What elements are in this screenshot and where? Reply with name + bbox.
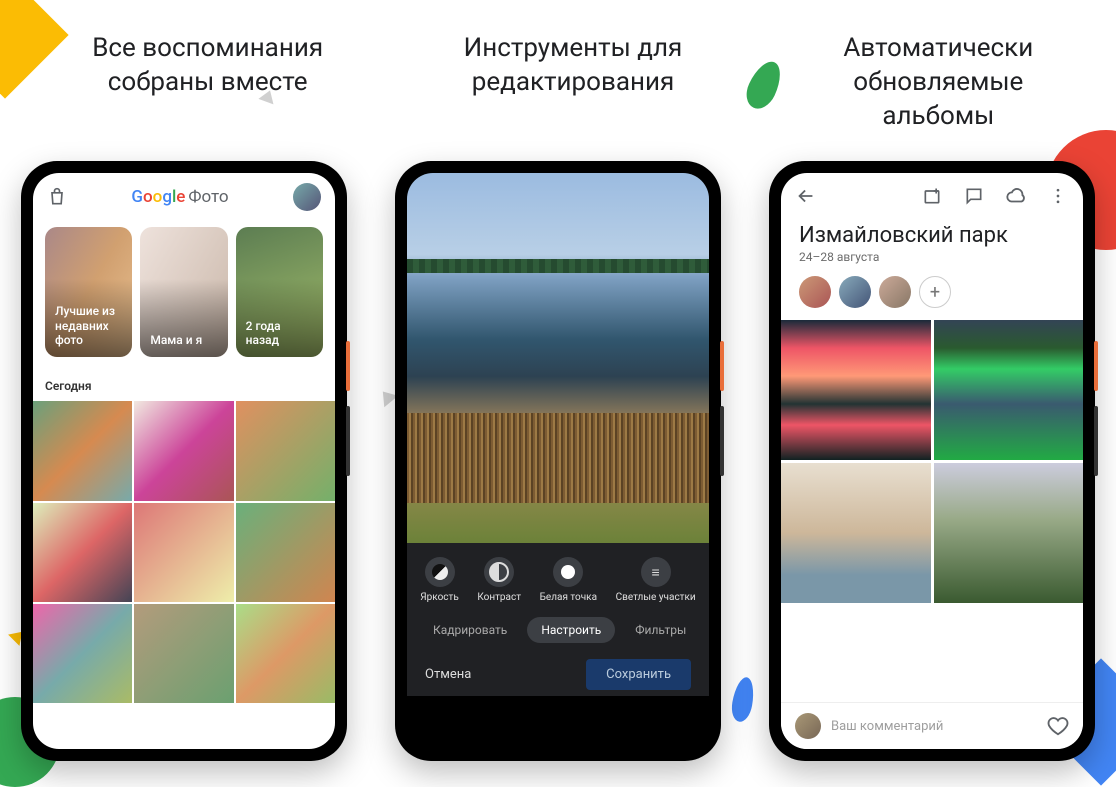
section-heading-today: Сегодня (33, 363, 335, 401)
dial-contrast[interactable]: Контраст (477, 557, 521, 603)
phone-power-button (720, 341, 724, 391)
album-dates: 24–28 августа (781, 250, 1083, 276)
add-photo-icon[interactable] (921, 185, 943, 207)
cancel-button[interactable]: Отмена (425, 659, 471, 690)
photo-thumbnail[interactable] (236, 401, 335, 500)
more-icon[interactable] (1047, 185, 1069, 207)
album-title: Измайловский парк (781, 219, 1083, 250)
dial-label: Контраст (477, 592, 521, 603)
dial-label: Светлые участки (616, 592, 696, 603)
white-point-icon (553, 557, 583, 587)
editor-canvas[interactable] (407, 173, 709, 543)
tab-adjust[interactable]: Настроить (527, 617, 615, 643)
memory-card-label: 2 года назад (246, 319, 281, 348)
tab-filters[interactable]: Фильтры (621, 617, 700, 643)
phone-album: Измайловский парк 24–28 августа + Ваш ко… (769, 161, 1095, 761)
dial-brightness[interactable]: Яркость (420, 557, 458, 603)
dial-label: Белая точка (540, 592, 597, 603)
comment-input[interactable]: Ваш комментарий (831, 719, 1037, 734)
person-avatar[interactable] (799, 276, 831, 308)
app-logo: GoogleФото (81, 187, 279, 207)
cloud-icon[interactable] (1005, 185, 1027, 207)
canvas-decoration (407, 413, 709, 503)
comment-icon[interactable] (963, 185, 985, 207)
album-topbar (781, 173, 1083, 219)
shop-icon[interactable] (47, 187, 67, 207)
memory-card-label: Лучшие из недавних фото (55, 304, 115, 347)
profile-avatar[interactable] (293, 183, 321, 211)
dial-label: Яркость (420, 592, 458, 603)
highlights-icon (641, 557, 671, 587)
tab-more[interactable]: Ещ (706, 617, 709, 643)
phone-volume-button (1094, 406, 1098, 476)
dial-white-point[interactable]: Белая точка (540, 557, 597, 603)
comment-avatar (795, 713, 821, 739)
memory-card[interactable]: Мама и я (140, 227, 227, 357)
dial-highlights[interactable]: Светлые участки (616, 557, 696, 603)
phone-power-button (1094, 341, 1098, 391)
photo-thumbnail[interactable] (134, 401, 233, 500)
memory-card[interactable]: 2 года назад (236, 227, 323, 357)
tab-crop[interactable]: Кадрировать (419, 617, 521, 643)
headline-editing: Инструменты для редактирования (435, 32, 710, 133)
album-people: + (781, 276, 1083, 320)
album-photo[interactable] (934, 463, 1084, 603)
photo-thumbnail[interactable] (33, 604, 132, 703)
app-header: GoogleФото (33, 173, 335, 221)
heart-icon[interactable] (1047, 715, 1069, 737)
phone-power-button (346, 341, 350, 391)
photo-grid (33, 401, 335, 703)
canvas-decoration (407, 259, 709, 273)
phone-editor: Яркость Контраст Белая точка Светлые уча… (395, 161, 721, 761)
headline-memories: Все воспоминания собраны вместе (70, 32, 345, 133)
album-grid (781, 320, 1083, 603)
headline-albums: Автоматически обновляемые альбомы (801, 32, 1076, 133)
contrast-icon (484, 557, 514, 587)
phone-home: GoogleФото Лучшие из недавних фото Мама … (21, 161, 347, 761)
person-avatar[interactable] (879, 276, 911, 308)
person-avatar[interactable] (839, 276, 871, 308)
photo-thumbnail[interactable] (134, 503, 233, 602)
comment-bar: Ваш комментарий (781, 702, 1083, 749)
photo-thumbnail[interactable] (236, 503, 335, 602)
save-button[interactable]: Сохранить (586, 659, 691, 690)
album-photo[interactable] (781, 320, 931, 460)
brightness-icon (425, 557, 455, 587)
editor-controls: Яркость Контраст Белая точка Светлые уча… (407, 543, 709, 696)
album-photo[interactable] (781, 463, 931, 603)
phone-volume-button (346, 406, 350, 476)
photo-thumbnail[interactable] (33, 503, 132, 602)
back-icon[interactable] (795, 185, 817, 207)
phone-volume-button (720, 406, 724, 476)
album-photo[interactable] (934, 320, 1084, 460)
photo-thumbnail[interactable] (236, 604, 335, 703)
memory-card-label: Мама и я (150, 333, 202, 347)
memory-card[interactable]: Лучшие из недавних фото (45, 227, 132, 357)
photo-thumbnail[interactable] (33, 401, 132, 500)
photo-thumbnail[interactable] (134, 604, 233, 703)
add-person-button[interactable]: + (919, 276, 951, 308)
